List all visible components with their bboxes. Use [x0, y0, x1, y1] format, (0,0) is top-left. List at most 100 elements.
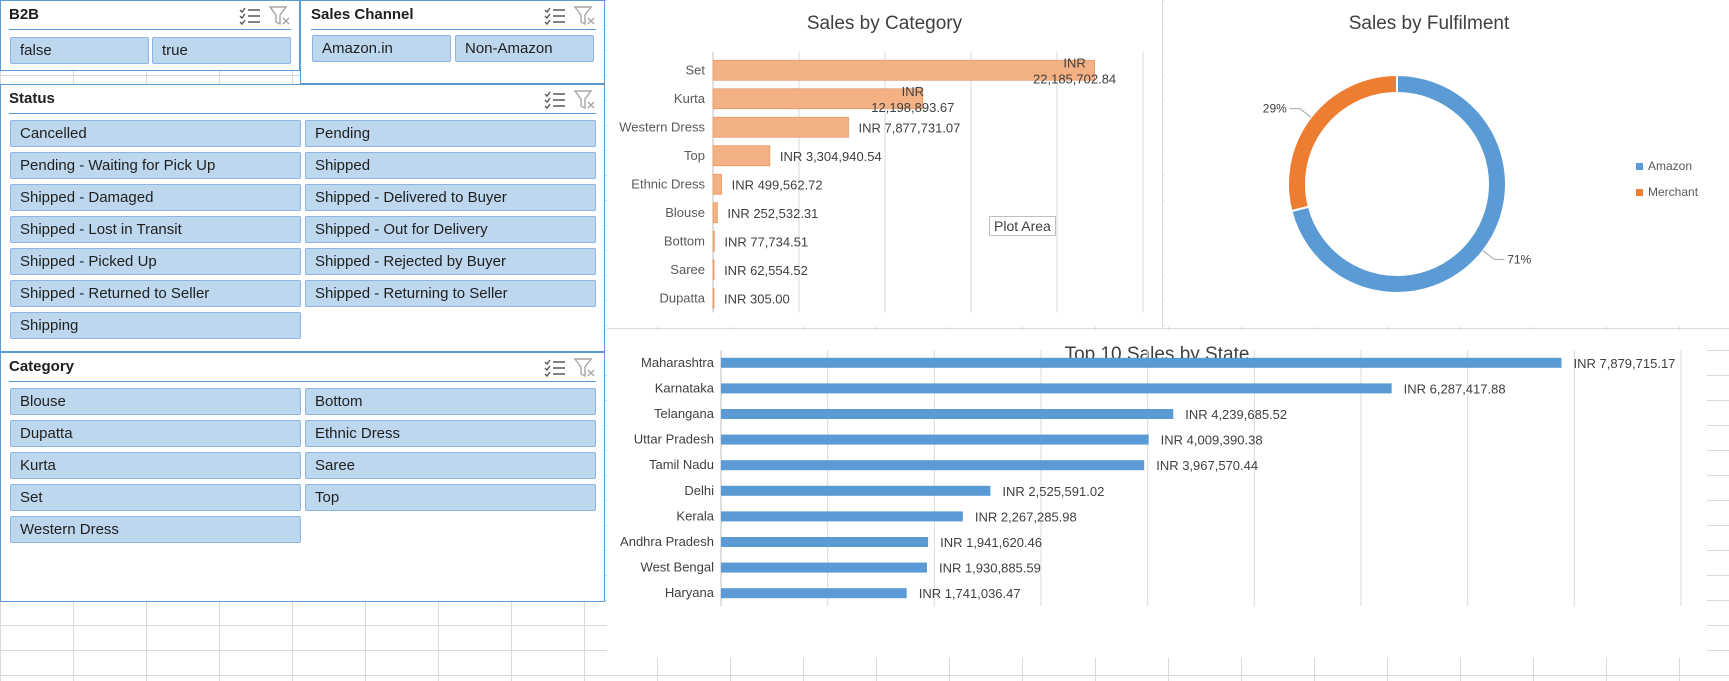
slicer-item[interactable]: Shipped - Picked Up: [10, 248, 301, 275]
state-bar: [721, 537, 929, 547]
data-label: INR 1,930,885.59: [939, 561, 1041, 576]
slicer-category: Category Blouse Bottom Dupatta Ethnic Dress…: [0, 352, 605, 602]
state-bar: [721, 434, 1149, 445]
slicer-item[interactable]: Shipped - Returning to Seller: [305, 280, 596, 307]
multi-select-icon[interactable]: [239, 6, 261, 26]
state-tick-label: Haryana: [665, 585, 715, 600]
donut-slice-merchant: [1287, 73, 1398, 213]
chart-sales-by-category[interactable]: Sales by Category Set INR 22,185,702.84 Kur…: [607, 0, 1162, 327]
slicer-item[interactable]: Bottom: [305, 388, 596, 415]
category-tick-label: Bottom: [664, 233, 705, 248]
data-label: INR 499,562.72: [732, 177, 823, 192]
fulfilment-donut-chart: 71% 29% Amazon Merchant: [1263, 73, 1699, 294]
slicer-header: Category: [9, 353, 596, 382]
slicer-item[interactable]: Shipped - Rejected by Buyer: [305, 248, 596, 275]
slicer-item[interactable]: false: [10, 37, 149, 64]
slicer-item[interactable]: Top: [305, 484, 596, 511]
category-tick-label: Dupatta: [659, 290, 705, 305]
leader-line: [1482, 250, 1505, 260]
slicer-item[interactable]: Amazon.in: [312, 35, 451, 62]
data-label: INR 7,877,731.07: [858, 120, 960, 135]
clear-filter-icon[interactable]: [574, 6, 596, 26]
data-label: INR 305.00: [724, 291, 790, 306]
leader-line: [1289, 108, 1312, 118]
slicer-item[interactable]: Shipped - Returned to Seller: [10, 280, 301, 307]
data-label: INR 77,734.51: [724, 234, 808, 249]
multi-select-icon[interactable]: [544, 358, 566, 378]
state-bar: [721, 588, 907, 599]
data-label: 71%: [1507, 252, 1531, 266]
slicer-item[interactable]: Shipped - Damaged: [10, 184, 301, 211]
chart-top10-sales-by-state[interactable]: Top 10 Sales by State Maharashtra INR 7,8…: [607, 330, 1707, 658]
category-bar: [712, 230, 715, 252]
slicer-item[interactable]: Ethnic Dress: [305, 420, 596, 447]
data-label: INR 4,239,685.52: [1185, 407, 1287, 422]
slicer-item[interactable]: Pending: [305, 120, 596, 147]
slicer-title: Sales Channel: [311, 6, 414, 23]
data-label: INR 6,287,417.88: [1404, 381, 1506, 396]
slicer-item[interactable]: Shipped: [305, 152, 596, 179]
multi-select-icon[interactable]: [544, 90, 566, 110]
state-bar: [721, 485, 991, 496]
slicer-item[interactable]: Cancelled: [10, 120, 301, 147]
slicer-item[interactable]: Saree: [305, 452, 596, 479]
data-label: INR: [1063, 55, 1085, 70]
slicer-title: Category: [9, 358, 75, 375]
slicer-item[interactable]: Shipping: [10, 312, 301, 339]
category-bar: [712, 145, 771, 167]
data-label: 12,198,893.67: [871, 100, 954, 115]
chart-sales-by-fulfilment[interactable]: Sales by Fulfilment 71% 29% Amazon Merchant: [1164, 0, 1729, 327]
slicer-item[interactable]: Dupatta: [10, 420, 301, 447]
state-tick-label: West Bengal: [641, 560, 715, 575]
data-label: INR 3,967,570.44: [1156, 458, 1258, 473]
legend-swatch-amazon: [1636, 163, 1643, 170]
slicer-item[interactable]: Shipped - Lost in Transit: [10, 216, 301, 243]
state-tick-label: Telangana: [654, 406, 715, 421]
state-tick-label: Maharashtra: [641, 355, 715, 370]
data-label: INR 7,879,715.17: [1574, 356, 1676, 371]
legend-swatch-merchant: [1636, 189, 1643, 196]
slicer-header: Status: [9, 85, 596, 114]
slicer-header: B2B: [9, 1, 291, 30]
category-bar: [712, 116, 849, 138]
slicer-title: B2B: [9, 6, 40, 23]
slicer-item[interactable]: Blouse: [10, 388, 301, 415]
category-bar: [712, 259, 715, 281]
category-bar: [712, 173, 722, 195]
legend-label: Amazon: [1648, 159, 1692, 173]
clear-filter-icon[interactable]: [574, 90, 596, 110]
slicer-item[interactable]: Shipped - Delivered to Buyer: [305, 184, 596, 211]
state-tick-label: Tamil Nadu: [649, 457, 714, 472]
slicer-item[interactable]: Western Dress: [10, 516, 301, 543]
state-bar: [721, 357, 1562, 368]
legend-label: Merchant: [1648, 185, 1699, 199]
clear-filter-icon[interactable]: [574, 358, 596, 378]
data-label: INR 252,532.31: [727, 206, 818, 221]
category-tick-label: Saree: [670, 262, 705, 277]
multi-select-icon[interactable]: [544, 6, 566, 26]
data-label: INR 1,741,036.47: [919, 586, 1021, 601]
slicer-b2b: B2B false true: [0, 0, 300, 71]
slicer-item[interactable]: true: [152, 37, 291, 64]
plot-area-tooltip: Plot Area: [989, 216, 1056, 236]
slicer-item[interactable]: Set: [10, 484, 301, 511]
slicer-item[interactable]: Kurta: [10, 452, 301, 479]
slicer-item[interactable]: Non-Amazon: [455, 35, 594, 62]
slicer-item[interactable]: Shipped - Out for Delivery: [305, 216, 596, 243]
state-bar: [721, 383, 1392, 394]
chart-divider: [1162, 0, 1163, 327]
state-bar: [721, 460, 1145, 471]
slicer-item[interactable]: Pending - Waiting for Pick Up: [10, 152, 301, 179]
state-tick-label: Delhi: [684, 483, 714, 498]
category-bar-chart: Set INR22,185,702.84Kurta INR12,198,893.67…: [619, 52, 1144, 313]
slicer-header: Sales Channel: [311, 1, 596, 30]
chart-divider: [607, 328, 1729, 329]
category-bar: [712, 287, 715, 309]
state-bar: [721, 409, 1174, 419]
state-tick-label: Andhra Pradesh: [620, 534, 714, 549]
state-bar: [721, 511, 963, 522]
category-tick-label: Blouse: [665, 205, 705, 220]
data-label: INR 3,304,940.54: [780, 149, 882, 164]
clear-filter-icon[interactable]: [269, 6, 291, 26]
data-label: INR 2,525,591.02: [1002, 484, 1104, 499]
